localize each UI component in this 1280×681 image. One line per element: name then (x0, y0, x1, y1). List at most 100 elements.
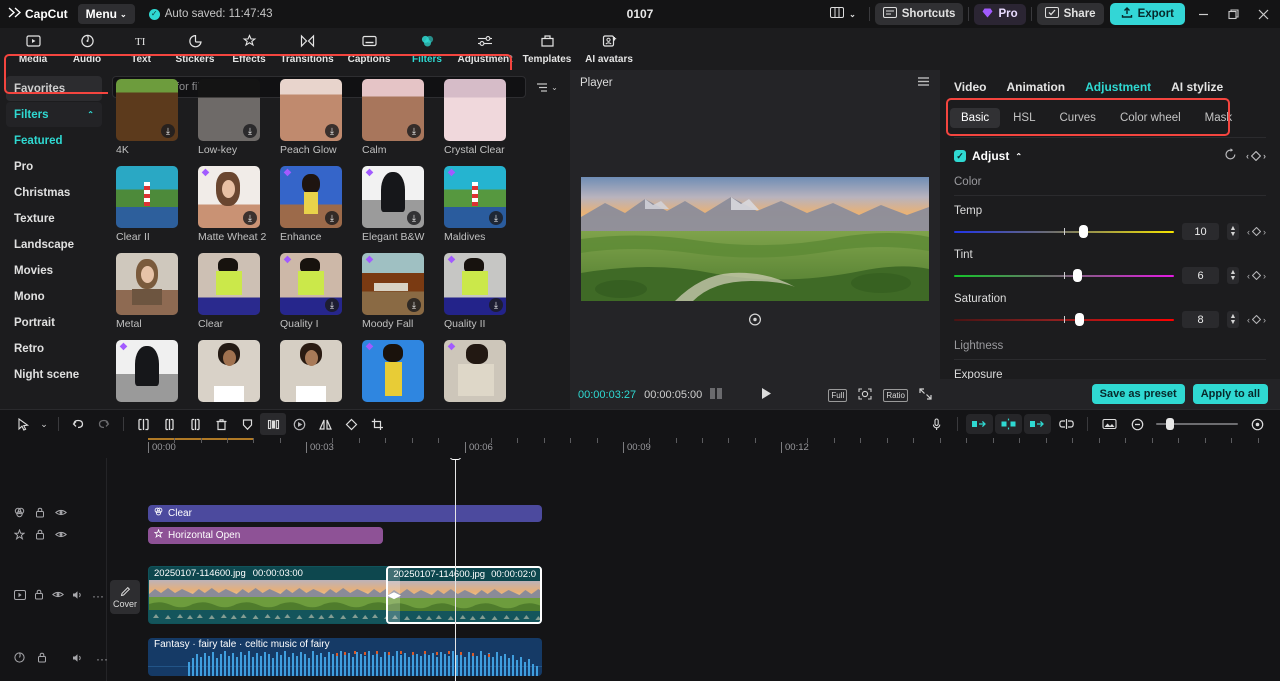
frames-icon[interactable] (710, 388, 724, 402)
subtab-curves[interactable]: Curves (1049, 108, 1107, 128)
filter-thumbnail[interactable]: ◆ (362, 340, 424, 402)
slider-value[interactable]: 6 (1182, 267, 1219, 284)
mirror-icon[interactable] (312, 413, 338, 435)
download-icon[interactable]: ⤓ (489, 298, 503, 312)
ratio-button[interactable]: Ratio (883, 388, 908, 402)
tab-animation[interactable]: Animation (1006, 80, 1065, 94)
playhead-handle[interactable] (450, 458, 461, 460)
tab-captions[interactable]: Captions (338, 29, 400, 69)
filter-thumbnail[interactable]: ◆ ⤓ (362, 166, 424, 228)
subtab-hsl[interactable]: HSL (1002, 108, 1046, 128)
speaker-icon[interactable] (72, 653, 84, 666)
nav-item-featured[interactable]: Featured (6, 128, 102, 153)
slider-knob[interactable] (1079, 225, 1089, 238)
restore-button[interactable] (1218, 0, 1248, 28)
eye-icon[interactable] (54, 530, 68, 542)
slider-value[interactable]: 8 (1182, 311, 1219, 328)
hamburger-icon[interactable] (917, 76, 930, 90)
mic-record-icon[interactable] (923, 413, 949, 435)
clip-animation[interactable]: Horizontal Open (148, 527, 383, 544)
download-icon[interactable]: ⤓ (407, 124, 421, 138)
zoom-slider[interactable] (1156, 418, 1238, 430)
filter-thumbnail[interactable]: ◆ ⤓ (280, 166, 342, 228)
filter-thumbnail[interactable] (116, 166, 178, 228)
timeline-tracks[interactable]: Clear Horizontal Open ··· Cover 20250107… (0, 458, 1280, 681)
link-icon[interactable] (1053, 413, 1079, 435)
filter-thumbnail[interactable]: ⤓ (116, 79, 178, 141)
filter-cell[interactable]: ⤓ 4K (116, 79, 194, 156)
keyframe-icon[interactable]: ‹ › (1246, 151, 1266, 161)
redo-icon[interactable] (91, 413, 117, 435)
download-icon[interactable]: ⤓ (489, 211, 503, 225)
tab-media[interactable]: Media (6, 29, 60, 69)
filter-thumbnail[interactable]: ◆ ⤓ (362, 253, 424, 315)
filter-cell[interactable]: ◆ (362, 340, 440, 402)
filter-cell[interactable]: ◆ ⤓ Moody Fall (362, 253, 440, 330)
filter-thumbnail[interactable]: ⤓ (198, 79, 260, 141)
freeze-icon[interactable] (234, 413, 260, 435)
zoom-in-icon[interactable] (1244, 413, 1270, 435)
tab-effects[interactable]: Effects (222, 29, 276, 69)
subtab-mask[interactable]: Mask (1194, 108, 1243, 128)
filter-thumbnail[interactable]: ◆ (116, 340, 178, 402)
lock-icon[interactable] (34, 589, 44, 603)
tab-templates[interactable]: Templates (516, 29, 578, 69)
tab-ai-avatars[interactable]: AI avatars (578, 29, 640, 69)
keyframe-icon[interactable]: ‹ › (1247, 315, 1266, 325)
layout-button[interactable]: ⌄ (822, 3, 864, 25)
filter-thumbnail[interactable]: ◆ ⤓ (444, 253, 506, 315)
focus-icon[interactable] (858, 387, 872, 403)
filter-thumbnail[interactable]: ⤓ (280, 79, 342, 141)
snap-left-icon[interactable] (966, 414, 993, 434)
save-as-preset-button[interactable]: Save as preset (1091, 384, 1185, 404)
clip-video-2[interactable]: 20250107-114600.jpg 00:00:02:0 ◀▶ (386, 566, 542, 624)
filter-cell[interactable]: ◆ ⤓ Quality I (280, 253, 358, 330)
delete-icon[interactable] (208, 413, 234, 435)
pro-button[interactable]: Pro (974, 3, 1026, 25)
filter-cell[interactable] (280, 340, 358, 402)
speaker-icon[interactable] (72, 590, 84, 603)
filter-thumbnail[interactable]: ◆ ⤓ (198, 166, 260, 228)
download-icon[interactable]: ⤓ (407, 298, 421, 312)
filter-cell[interactable]: Crystal Clear (444, 79, 522, 156)
nav-item-texture[interactable]: Texture (6, 206, 102, 231)
filter-cell[interactable]: Clear (198, 253, 276, 330)
filter-thumbnail[interactable] (280, 340, 342, 402)
download-icon[interactable]: ⤓ (325, 298, 339, 312)
adjust-checkbox[interactable]: ✓ (954, 150, 966, 162)
tab-audio[interactable]: Audio (60, 29, 114, 69)
minimize-button[interactable] (1188, 0, 1218, 28)
playhead[interactable] (450, 458, 461, 681)
snap-right-icon[interactable] (1024, 414, 1051, 434)
preview-icon[interactable] (1096, 413, 1122, 435)
nav-item-portrait[interactable]: Portrait (6, 310, 102, 335)
nav-item-mono[interactable]: Mono (6, 284, 102, 309)
slider-knob[interactable] (1075, 313, 1084, 326)
chevron-down-icon[interactable]: ⌄ (36, 413, 52, 435)
download-icon[interactable]: ⤓ (243, 124, 257, 138)
tab-adjustment[interactable]: Adjustment (454, 29, 516, 69)
split-icon[interactable] (130, 413, 156, 435)
play-button[interactable] (760, 387, 772, 403)
filter-cell[interactable]: Metal (116, 253, 194, 330)
reset-icon[interactable] (1224, 148, 1237, 164)
tab-transitions[interactable]: Transitions (276, 29, 338, 69)
select-arrow-icon[interactable] (10, 413, 36, 435)
nav-item-christmas[interactable]: Christmas (6, 180, 102, 205)
filter-cell[interactable] (198, 340, 276, 402)
slider-track[interactable] (954, 313, 1174, 326)
rotate-icon[interactable] (338, 413, 364, 435)
crop-icon[interactable] (364, 413, 390, 435)
nav-item-pro[interactable]: Pro (6, 154, 102, 179)
timeline-ruler[interactable]: 00:00 00:03 00:06 00:09 00:12 (0, 438, 1280, 458)
filter-cell[interactable]: ◆ (444, 340, 522, 402)
tab-text[interactable]: TI Text (114, 29, 168, 69)
auto-snap-icon[interactable] (995, 414, 1022, 434)
keyframe-icon[interactable]: ‹ › (1247, 271, 1266, 281)
lock-icon[interactable] (37, 652, 47, 666)
zoom-knob[interactable] (1166, 418, 1174, 430)
filter-cell[interactable]: ◆ ⤓ Elegant B&W (362, 166, 440, 243)
filter-thumbnail[interactable]: ◆ ⤓ (444, 166, 506, 228)
full-button[interactable]: Full (828, 388, 848, 402)
nav-item-retro[interactable]: Retro (6, 336, 102, 361)
